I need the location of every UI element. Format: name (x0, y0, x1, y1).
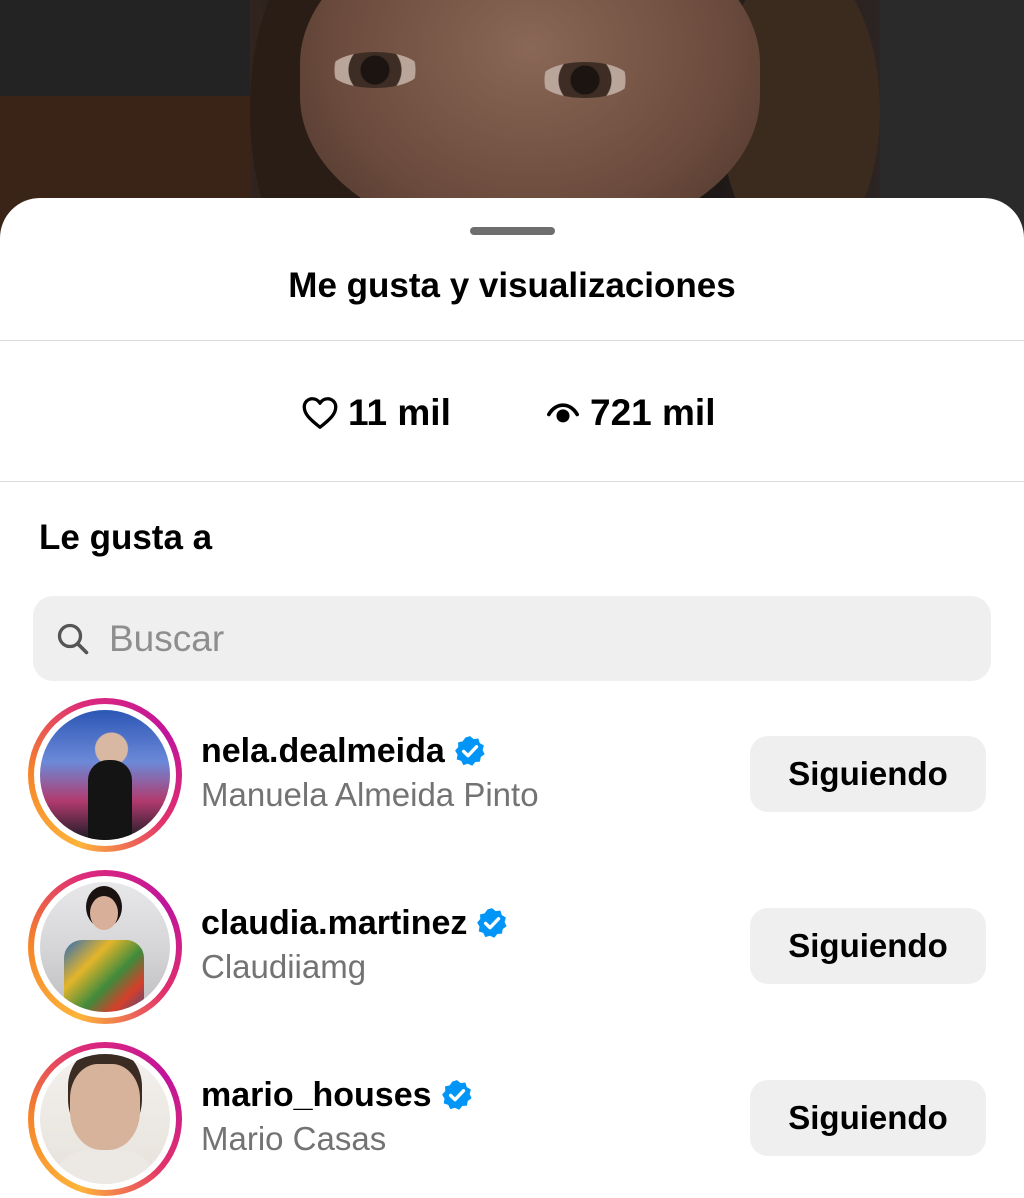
divider (0, 481, 1024, 482)
eye-icon (546, 403, 580, 423)
following-button[interactable]: Siguiendo (750, 908, 986, 984)
user-row[interactable]: nela.dealmeida Manuela Almeida Pinto Sig… (0, 698, 1024, 858)
section-title-liked-by: Le gusta a (39, 518, 213, 557)
sheet-drag-handle[interactable] (470, 227, 555, 235)
avatar (40, 710, 170, 840)
username[interactable]: mario_houses (201, 1076, 432, 1115)
username[interactable]: nela.dealmeida (201, 732, 445, 771)
background-eye-left (330, 52, 420, 88)
search-bar[interactable] (33, 596, 991, 681)
stats-bar: 11 mil 721 mil (0, 388, 1024, 438)
story-ring[interactable] (28, 870, 182, 1024)
full-name: Mario Casas (201, 1120, 387, 1157)
avatar (40, 882, 170, 1012)
views-stat[interactable]: 721 mil (546, 388, 715, 438)
story-ring[interactable] (28, 698, 182, 852)
verified-badge-icon (477, 908, 508, 938)
likes-count: 11 mil (348, 392, 451, 433)
full-name: Claudiiamg (201, 948, 367, 985)
following-button[interactable]: Siguiendo (750, 736, 986, 812)
user-row[interactable]: claudia.martinez Claudiiamg Siguiendo (0, 870, 1024, 1030)
divider (0, 340, 1024, 341)
full-name: Manuela Almeida Pinto (201, 776, 539, 813)
story-ring[interactable] (28, 1042, 182, 1196)
user-row[interactable]: mario_houses Mario Casas Siguiendo (0, 1042, 1024, 1198)
sheet-title: Me gusta y visualizaciones (288, 266, 736, 305)
search-icon (57, 623, 89, 654)
likes-stat[interactable]: 11 mil (302, 388, 451, 438)
verified-badge-icon (454, 736, 485, 766)
background-eye-right (540, 62, 630, 98)
heart-outline-icon (302, 397, 338, 429)
search-input[interactable] (107, 616, 951, 661)
avatar (40, 1054, 170, 1184)
following-button[interactable]: Siguiendo (750, 1080, 986, 1156)
verified-badge-icon (441, 1080, 472, 1110)
views-count: 721 mil (590, 392, 716, 433)
username[interactable]: claudia.martinez (201, 904, 467, 943)
likes-bottom-sheet: Me gusta y visualizaciones 11 mil 721 mi… (0, 198, 1024, 1198)
